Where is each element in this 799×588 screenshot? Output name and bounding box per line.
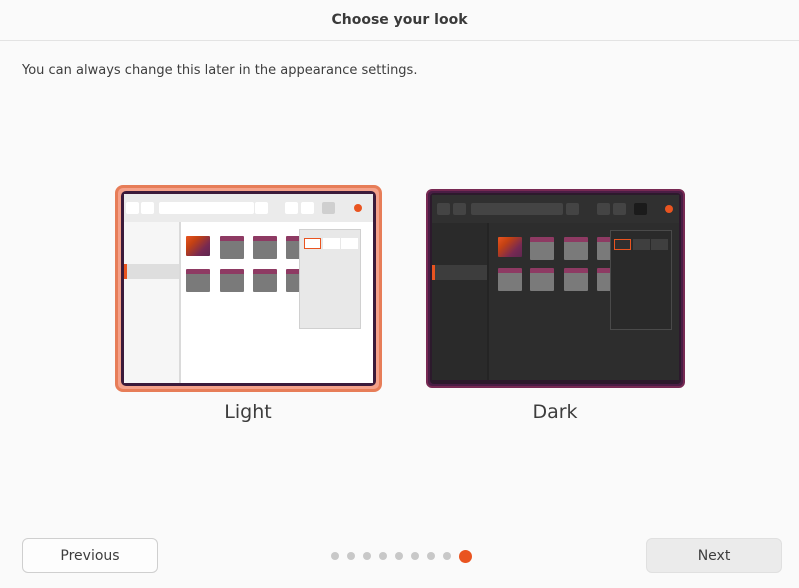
light-window-preview [124, 194, 373, 383]
preview-sidebar [432, 223, 489, 380]
folder-icon [564, 268, 588, 291]
folder-icon [530, 237, 554, 260]
preview-sidebar [124, 222, 181, 383]
preview-popover [610, 230, 672, 330]
folder-icon [253, 236, 277, 259]
theme-option-dark[interactable] [426, 189, 685, 388]
page-title: Choose your look [331, 12, 468, 28]
theme-label-light: Light [224, 401, 272, 423]
theme-label-dark: Dark [532, 401, 578, 423]
header-bar: Choose your look [0, 0, 799, 41]
page-dot-active [459, 549, 472, 563]
page-dot [363, 552, 371, 560]
folder-icon [564, 237, 588, 260]
folder-icon [498, 268, 522, 291]
previous-button[interactable]: Previous [22, 538, 158, 573]
preview-headerbar [432, 195, 679, 223]
folder-icon [253, 269, 277, 292]
close-icon [354, 204, 362, 212]
page-dot [347, 552, 355, 560]
image-folder-icon [498, 237, 522, 257]
folder-icon [186, 269, 210, 292]
page-dot [411, 552, 419, 560]
preview-headerbar [124, 194, 373, 222]
dark-window-preview [432, 195, 679, 380]
selection-frame [115, 185, 382, 392]
folder-icon [530, 268, 554, 291]
theme-option-light[interactable] [115, 185, 382, 392]
page-dot [427, 552, 435, 560]
page-dot [443, 552, 451, 560]
page-subtitle: You can always change this later in the … [22, 63, 418, 78]
close-icon [665, 205, 673, 213]
page-dot [331, 552, 339, 560]
folder-icon [220, 269, 244, 292]
next-button[interactable]: Next [646, 538, 782, 573]
page-dot [395, 552, 403, 560]
page-dot [379, 552, 387, 560]
folder-icon [220, 236, 244, 259]
image-folder-icon [186, 236, 210, 256]
theme-frame [426, 189, 685, 388]
preview-popover [299, 229, 361, 329]
page-indicator [331, 549, 472, 563]
